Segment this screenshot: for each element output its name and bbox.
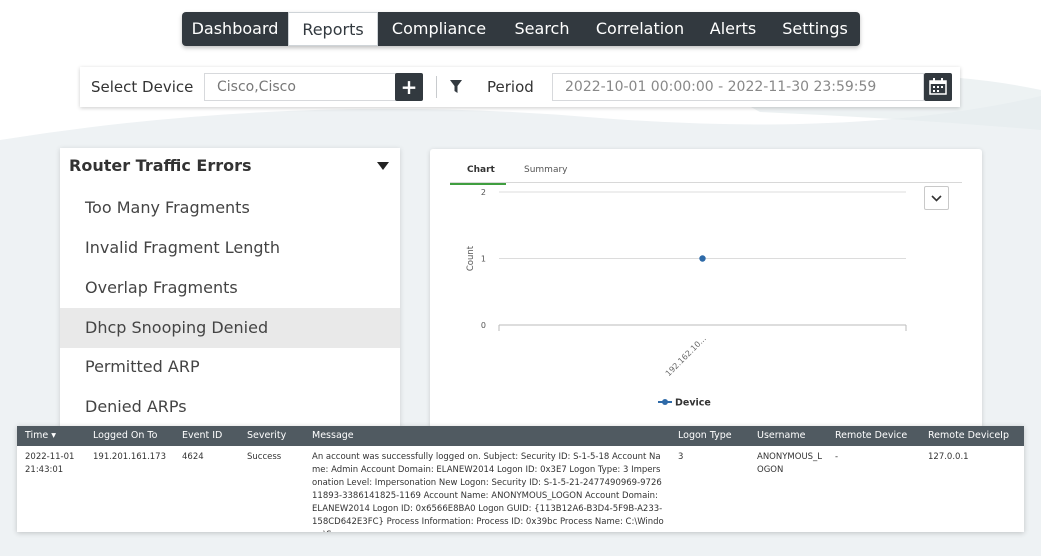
sort-desc-icon: ▾: [51, 430, 57, 441]
add-device-button[interactable]: +: [395, 73, 423, 101]
device-select-input[interactable]: Cisco,Cisco: [204, 73, 396, 101]
report-item-dhcp-snooping-denied[interactable]: Dhcp Snooping Denied: [60, 308, 400, 348]
col-header-severity[interactable]: Severity: [247, 426, 286, 446]
report-item-invalid-fragment-length[interactable]: Invalid Fragment Length: [60, 228, 400, 268]
col-header-time-label: Time: [25, 430, 49, 441]
report-item-permitted-arp[interactable]: Permitted ARP: [60, 347, 400, 387]
chart-panel: Chart Summary 0 1 2 Count 192.162.10... Devi…: [430, 149, 982, 428]
page: Dashboard Reports Compliance Search Corr…: [0, 0, 1041, 556]
report-group-title: Router Traffic Errors: [69, 156, 252, 175]
report-item-overlap-fragments[interactable]: Overlap Fragments: [60, 268, 400, 308]
col-header-event-id[interactable]: Event ID: [182, 426, 222, 446]
y-axis-label: Count: [466, 245, 476, 271]
period-input[interactable]: 2022-10-01 00:00:00 - 2022-11-30 23:59:5…: [552, 73, 924, 101]
select-device-label: Select Device: [91, 78, 194, 96]
legend-label: Device: [675, 398, 711, 409]
nav-alerts[interactable]: Alerts: [696, 12, 770, 46]
report-list-panel: Router Traffic Errors Too Many Fragments…: [60, 148, 400, 428]
nav-reports[interactable]: Reports: [288, 12, 378, 46]
caret-down-icon[interactable]: [377, 162, 389, 170]
col-header-time[interactable]: Time ▾: [25, 426, 56, 446]
cell-message: An account was successfully logged on. S…: [312, 452, 664, 532]
nav-correlation[interactable]: Correlation: [584, 12, 696, 46]
table-header: Time ▾ Logged On To Event ID Severity Me…: [17, 426, 1024, 446]
cell-logged-on-to: 191.201.161.173: [93, 452, 167, 462]
col-header-message[interactable]: Message: [312, 426, 354, 446]
plus-icon: +: [400, 75, 418, 99]
chart: 0 1 2 Count 192.162.10... Device: [466, 188, 907, 409]
data-point: [699, 255, 706, 262]
nav-compliance[interactable]: Compliance: [378, 12, 500, 46]
nav-settings[interactable]: Settings: [770, 12, 860, 46]
calendar-button[interactable]: [924, 73, 952, 101]
nav-search[interactable]: Search: [500, 12, 584, 46]
main-nav: Dashboard Reports Compliance Search Corr…: [182, 12, 860, 46]
log-table: Time ▾ Logged On To Event ID Severity Me…: [17, 426, 1024, 532]
legend-marker: [662, 399, 668, 405]
cell-logon-type: 3: [678, 452, 684, 462]
divider: [436, 76, 437, 98]
calendar-icon: [929, 78, 947, 95]
cell-remote-device: -: [835, 452, 839, 462]
filter-icon[interactable]: [450, 80, 462, 94]
col-header-username[interactable]: Username: [757, 426, 805, 446]
cell-severity: Success: [247, 452, 282, 462]
col-header-remote-device[interactable]: Remote Device: [835, 426, 907, 446]
report-group-header[interactable]: Router Traffic Errors: [60, 148, 400, 186]
col-header-logon-type[interactable]: Logon Type: [678, 426, 732, 446]
period-label: Period: [487, 78, 534, 96]
y-tick-label: 1: [481, 255, 486, 264]
cell-username: ANONYMOUS_LOGON: [757, 452, 823, 475]
col-header-remote-deviceip[interactable]: Remote DeviceIp: [928, 426, 1009, 446]
y-tick-label: 0: [481, 321, 486, 330]
col-header-logged-on-to[interactable]: Logged On To: [93, 426, 157, 446]
report-item-denied-arps[interactable]: Denied ARPs: [60, 387, 400, 427]
x-tick-label: 192.162.10...: [664, 334, 708, 378]
report-item-too-many-fragments[interactable]: Too Many Fragments: [60, 188, 400, 228]
cell-remote-deviceip: 127.0.0.1: [928, 452, 969, 462]
filter-bar: Select Device Cisco,Cisco + Period 2022-…: [80, 67, 960, 107]
nav-dashboard[interactable]: Dashboard: [182, 12, 288, 46]
cell-event-id: 4624: [182, 452, 204, 462]
y-tick-label: 2: [481, 188, 486, 197]
cell-time: 2022-11-01 21:43:01: [25, 452, 75, 475]
